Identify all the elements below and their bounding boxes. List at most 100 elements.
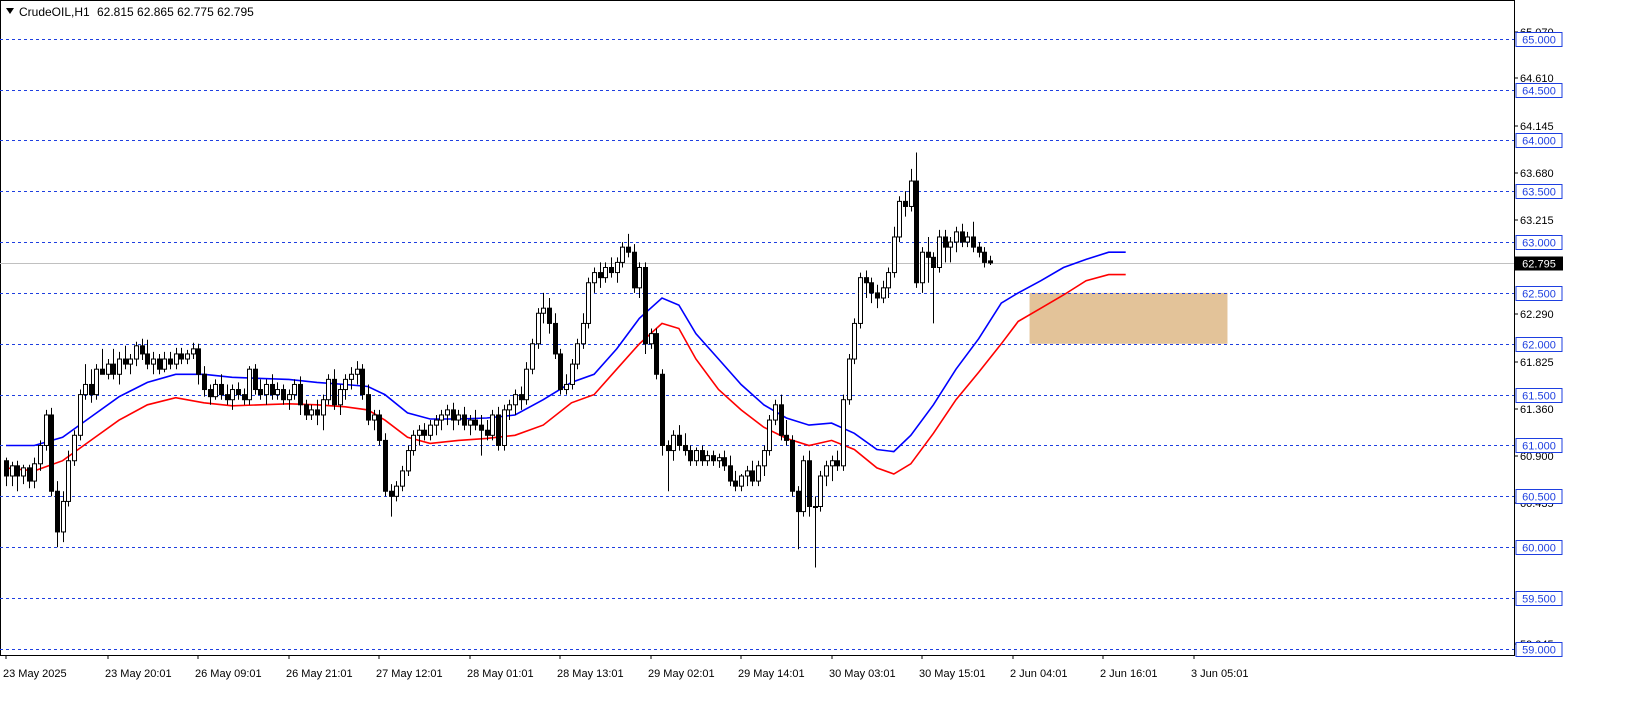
candle-body-bull <box>151 358 156 365</box>
level-label: 60.500 <box>1522 492 1556 504</box>
candle-body-bull <box>72 434 77 462</box>
candle-body-bear <box>977 246 982 253</box>
candle <box>502 404 507 451</box>
candle-body-bull <box>541 307 546 314</box>
candle-body-bear <box>496 414 501 446</box>
level-label: 62.500 <box>1522 289 1556 301</box>
level-label: 59.000 <box>1522 645 1556 657</box>
candle-body-bull <box>428 424 433 436</box>
level-label: 59.500 <box>1522 594 1556 606</box>
level-label: 60.000 <box>1522 543 1556 555</box>
candle-body-bear <box>253 368 258 391</box>
candle <box>790 435 795 497</box>
candle-body-bull <box>309 409 314 416</box>
candle-body-bear <box>677 434 682 446</box>
candle-body-bear <box>360 368 365 396</box>
candle-body-bull <box>275 389 280 396</box>
candle-body-bull <box>326 378 331 401</box>
candle-body-bull <box>909 180 914 207</box>
candle-body-bear <box>157 358 162 370</box>
candle-body-bull <box>343 378 348 391</box>
current-price-tag: 62.795 <box>1515 256 1563 271</box>
candle-body-bear <box>479 424 484 431</box>
time-tick-label: 2 Jun 16:01 <box>1100 668 1158 680</box>
time-tick-label: 28 May 01:01 <box>467 668 534 680</box>
candle-body-bear <box>485 429 490 436</box>
time-tick-label: 30 May 15:01 <box>919 668 986 680</box>
candle-body-bear <box>875 292 880 299</box>
time-tick-label: 29 May 14:01 <box>738 668 805 680</box>
candle-body-bull <box>32 463 37 482</box>
candle-body-bear <box>219 383 224 396</box>
candle-body-bear <box>796 490 801 513</box>
candle-body-bull <box>762 450 767 467</box>
candle-body-bull <box>717 457 722 462</box>
candle-body-bull <box>117 358 122 375</box>
time-tick-label: 3 Jun 05:01 <box>1191 668 1249 680</box>
candle-body-bear <box>27 467 32 482</box>
candle-body-bull <box>490 414 495 436</box>
candle-body-bull <box>694 450 699 462</box>
candle-body-bull <box>524 368 529 401</box>
candle-body-bear <box>281 389 286 401</box>
candle-body-bear <box>4 460 9 477</box>
candle <box>660 369 665 456</box>
price-tick-label: 63.215 <box>1520 215 1554 227</box>
candle-body-bull <box>445 409 450 416</box>
candle-body-bull <box>213 383 218 398</box>
candle-body-bear <box>236 389 241 396</box>
price-chart[interactable]: 65.07064.61064.14563.68063.21562.29061.8… <box>0 0 1651 719</box>
candle-body-bear <box>807 460 812 508</box>
candle-body-bear <box>55 490 60 533</box>
candle-body-bear <box>383 439 388 492</box>
candle-body-bull <box>94 368 99 396</box>
ohlc-readout: 62.815 62.865 62.775 62.795 <box>97 5 254 19</box>
candle-body-bull <box>813 506 818 509</box>
candle-body-bull <box>705 455 710 462</box>
candle <box>44 409 49 451</box>
chart-window[interactable]: 65.07064.61064.14563.68063.21562.29061.8… <box>0 0 1651 719</box>
candle-body-bull <box>10 465 15 477</box>
candle-body-bear <box>688 450 693 462</box>
candle <box>536 308 541 349</box>
time-tick-label: 2 Jun 04:01 <box>1010 668 1068 680</box>
time-tick-label: 30 May 03:01 <box>829 668 896 680</box>
candle-body-bear <box>598 272 603 279</box>
candle-body-bear <box>49 414 54 492</box>
time-tick-label: 23 May 20:01 <box>105 668 172 680</box>
candle-body-bull <box>264 383 269 396</box>
level-label: 64.500 <box>1522 86 1556 98</box>
candle-body-bear <box>519 394 524 401</box>
candle-body-bull <box>355 368 360 375</box>
candle-body-bear <box>914 180 919 284</box>
time-axis: 23 May 2025 23 May 20:01 26 May 09:01 26 Ma… <box>3 655 1249 680</box>
candle-body-bull <box>637 266 642 289</box>
candle-body-bear <box>683 444 688 452</box>
price-tick-label: 63.680 <box>1520 168 1554 180</box>
price-tick-label: 61.825 <box>1520 357 1554 369</box>
time-tick-label: 23 May 2025 <box>3 668 67 680</box>
candle-body-bull <box>536 312 541 345</box>
candle-body-bull <box>841 399 846 467</box>
candle-body-bull <box>162 358 167 370</box>
candle-body-bear <box>660 373 665 446</box>
candle-body-bull <box>965 236 970 243</box>
candle-body-bull <box>338 389 343 406</box>
candle-body-bear <box>123 358 128 365</box>
candle-body-bull <box>468 419 473 426</box>
candle-body-bear <box>208 389 213 398</box>
candle-body-bull <box>575 343 580 365</box>
candle-body-bear <box>903 200 908 207</box>
candle-body-bull <box>570 363 575 385</box>
candle-body-bear <box>422 429 427 436</box>
candle-body-bull <box>530 343 535 370</box>
candle-body-bear <box>89 383 94 396</box>
current-price-tag-text: 62.795 <box>1522 259 1556 271</box>
candle-body-bull <box>349 373 354 380</box>
candle-body-bull <box>191 348 196 355</box>
candle-body-bull <box>128 358 133 365</box>
candle-body-bear <box>960 231 965 243</box>
candle-body-bear <box>315 409 320 416</box>
candle <box>377 409 382 446</box>
time-tick-label: 27 May 12:01 <box>376 668 443 680</box>
